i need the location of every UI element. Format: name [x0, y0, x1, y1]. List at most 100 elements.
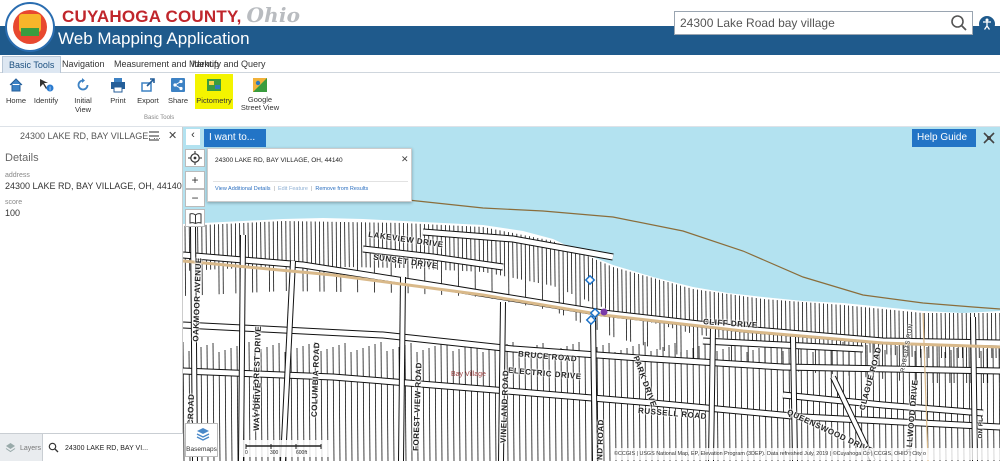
parcel-line	[302, 221, 304, 292]
parcel-line	[734, 295, 737, 341]
initial-view-button[interactable]: Initial View	[66, 77, 100, 114]
parcel-line	[344, 342, 347, 461]
parcel-line	[188, 225, 191, 271]
parcel-line	[992, 346, 995, 461]
parcel-line	[743, 296, 745, 342]
parcel-line	[578, 341, 581, 461]
parcel-line	[740, 342, 743, 461]
parcel-line	[940, 312, 942, 359]
search-icon[interactable]	[950, 14, 968, 32]
pictometry-icon	[207, 79, 221, 91]
export-icon	[141, 78, 155, 92]
popup-close-icon[interactable]: ✕	[401, 154, 409, 165]
parcel-line	[285, 221, 287, 292]
parcel-line	[524, 235, 527, 306]
help-guide-button[interactable]: Help Guide	[912, 129, 976, 147]
google-street-view-button[interactable]: Google Street View	[238, 77, 282, 112]
i-want-to-button[interactable]: I want to...	[204, 129, 266, 147]
view-additional-details-link[interactable]: View Additional Details	[215, 186, 271, 192]
tab-layers-label: Layers	[20, 445, 42, 452]
parcel-line	[770, 343, 773, 461]
parcel-line	[869, 307, 871, 353]
list-icon[interactable]	[148, 130, 160, 142]
identify-icon: i	[40, 79, 54, 93]
bookmark-button[interactable]	[185, 209, 205, 227]
parcel-line	[617, 268, 619, 314]
parcel-line	[470, 344, 473, 461]
basemaps-button[interactable]: Basemaps	[185, 423, 218, 457]
street-view-icon	[253, 78, 267, 92]
parcel-line	[428, 347, 431, 461]
parcel-line	[365, 222, 367, 268]
parcel-line	[256, 222, 258, 293]
locate-button[interactable]	[185, 149, 205, 167]
app-title: Web Mapping Application	[58, 29, 250, 48]
locate-icon	[188, 151, 202, 165]
parcel-line	[554, 349, 557, 461]
tab-navigation[interactable]: Navigation	[56, 56, 111, 73]
panel-title: 24300 LAKE RD, BAY VILLAGE, ...	[20, 131, 161, 141]
parcel-line	[218, 351, 221, 461]
parcel-line	[614, 351, 617, 461]
parcel-line	[705, 290, 707, 336]
tab-basic-tools[interactable]: Basic Tools	[2, 56, 62, 73]
close-panel-icon[interactable]: ✕	[168, 129, 177, 142]
parcel-line	[560, 347, 563, 461]
tab-identify-and-query[interactable]: Identify and Query	[186, 56, 272, 73]
home-button[interactable]: Home	[4, 77, 28, 105]
scale-bar-graphic	[245, 444, 322, 449]
parcel-line	[236, 345, 239, 461]
zoom-in-button[interactable]: +	[185, 171, 205, 189]
street-label-on-pl: ON PL	[978, 417, 985, 439]
parcel-line	[938, 342, 941, 461]
parcel-line	[541, 238, 543, 309]
location-pin	[600, 308, 608, 316]
parcel-line	[978, 312, 980, 359]
parcel-line	[608, 265, 611, 336]
parcel-line	[806, 342, 809, 461]
address-value: 24300 LAKE RD, BAY VILLAGE, OH, 44140	[5, 181, 182, 191]
export-button[interactable]: Export	[136, 77, 160, 105]
map-tools-icon[interactable]	[981, 130, 997, 146]
address-label: address	[5, 172, 30, 179]
parcel-line	[281, 221, 283, 267]
collapse-panel-button[interactable]: ‹	[186, 129, 200, 145]
county-seal-logo	[5, 2, 55, 52]
print-label: Print	[110, 96, 126, 105]
parcel-line	[596, 259, 598, 330]
parcel-line	[335, 221, 338, 292]
zoom-out-button[interactable]: −	[185, 189, 205, 207]
edit-feature-link[interactable]: Edit Feature	[278, 186, 308, 192]
parcel-line	[293, 221, 296, 267]
parcel-line	[268, 221, 270, 292]
score-value: 100	[5, 208, 21, 218]
pictometry-button[interactable]: Pictometry	[195, 74, 233, 109]
identify-button[interactable]: i Identify	[32, 77, 60, 105]
export-label: Export	[137, 96, 159, 105]
scale-bar: 0 300 600ft	[241, 440, 333, 457]
parcel-line	[760, 298, 762, 344]
svg-text:i: i	[49, 87, 50, 93]
print-icon	[111, 78, 125, 93]
tab-search-result[interactable]: 24300 LAKE RD, BAY VI...	[42, 434, 183, 461]
popup-links: View Additional Details | Edit Feature | Rem…	[215, 186, 369, 192]
street-label-croad: CROAD	[185, 393, 196, 426]
map-view[interactable]: LAKEVIEW DRIVE SUNSET DRIVE CLIFF DRIVE …	[183, 127, 1000, 461]
web-mapping-app: CUYAHOGA COUNTY, Ohio Web Mapping Applic…	[0, 0, 1000, 461]
print-button[interactable]: Print	[108, 77, 128, 105]
search-box[interactable]	[674, 11, 973, 35]
parcel-line	[860, 306, 863, 352]
parcel-line	[571, 248, 573, 294]
county-name: CUYAHOGA COUNTY, Ohio	[62, 3, 300, 27]
details-heading: Details	[5, 152, 39, 164]
parcel-line	[310, 221, 312, 267]
parcel-line	[810, 302, 812, 348]
tab-layers[interactable]: Layers	[0, 434, 42, 461]
share-button[interactable]: Share	[167, 77, 189, 105]
parcel-line	[886, 309, 888, 355]
accessibility-icon[interactable]	[979, 16, 995, 32]
search-input[interactable]	[675, 12, 935, 34]
parcel-line	[772, 299, 774, 345]
parcel-line	[524, 348, 527, 461]
remove-from-results-link[interactable]: Remove from Results	[315, 186, 368, 192]
